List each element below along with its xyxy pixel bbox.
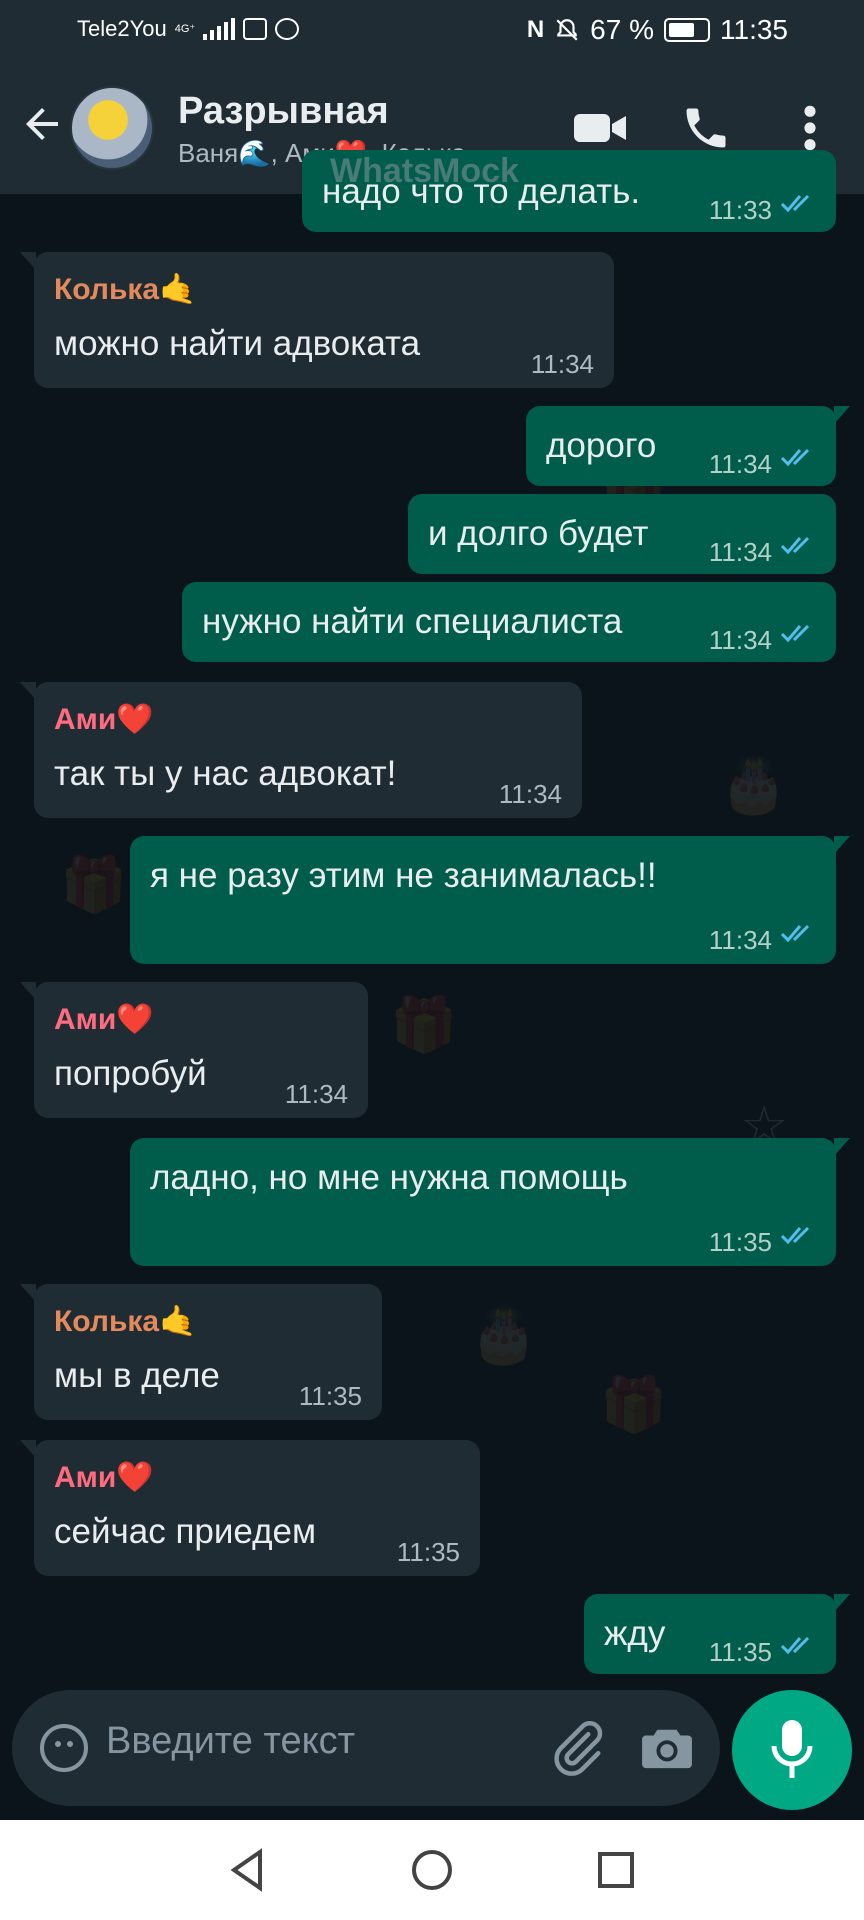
nav-back-icon[interactable] xyxy=(224,1846,272,1894)
message-incoming[interactable]: Ами❤️ так ты у нас адвокат! 11:34 xyxy=(20,682,582,818)
clock: 11:35 xyxy=(720,14,788,45)
whatsapp-notification-icon xyxy=(275,18,300,40)
read-ticks-icon xyxy=(780,1226,810,1245)
message-text: я не разу этим не занималась!! xyxy=(150,856,657,895)
message-outgoing[interactable]: ладно, но мне нужна помощь 11:35 xyxy=(130,1138,850,1266)
message-text: дорого xyxy=(546,426,657,465)
doodle-cake-icon: 🎂 xyxy=(720,755,788,815)
network-type: 4G⁺ xyxy=(174,22,196,35)
message-sender[interactable]: Ами❤️ xyxy=(54,1458,154,1498)
message-incoming[interactable]: Колька🤙 мы в деле 11:35 xyxy=(20,1284,382,1420)
signal-icon xyxy=(203,18,236,40)
battery-percent: 67 % xyxy=(590,14,654,45)
message-text: мы в деле xyxy=(54,1356,220,1395)
message-time: 11:34 xyxy=(708,625,772,655)
message-text: ладно, но мне нужна помощь xyxy=(150,1158,628,1197)
message-sender[interactable]: Колька🤙 xyxy=(54,270,196,310)
message-composer: Введите текст xyxy=(12,1690,720,1806)
gallery-notification-icon xyxy=(243,18,268,40)
watermark: WhatsMock xyxy=(330,152,519,190)
nfc-icon: N xyxy=(526,16,545,43)
message-incoming[interactable]: Ами❤️ попробуй 11:34 xyxy=(20,982,368,1118)
battery-icon xyxy=(664,18,710,42)
read-ticks-icon xyxy=(780,624,810,643)
message-time: 11:34 xyxy=(708,449,772,479)
doodle-gift-icon: 🎁 xyxy=(600,1375,668,1435)
message-sender[interactable]: Ами❤️ xyxy=(54,700,154,740)
mic-button[interactable] xyxy=(732,1690,852,1810)
attach-icon[interactable] xyxy=(547,1718,607,1778)
bell-off-icon xyxy=(556,19,578,41)
message-text: можно найти адвоката xyxy=(54,324,421,363)
message-text: так ты у нас адвокат! xyxy=(54,754,397,793)
read-ticks-icon xyxy=(780,194,810,213)
message-time: 11:34 xyxy=(284,1079,348,1109)
message-time: 11:35 xyxy=(708,1637,772,1667)
camera-icon[interactable] xyxy=(640,1724,694,1770)
video-call-icon[interactable] xyxy=(572,102,628,154)
message-time: 11:34 xyxy=(708,925,772,955)
nav-home-icon[interactable] xyxy=(408,1846,456,1894)
doodle-gift-icon: 🎁 xyxy=(390,995,458,1055)
read-ticks-icon xyxy=(780,1636,810,1655)
message-sender[interactable]: Колька🤙 xyxy=(54,1302,196,1342)
phone-icon[interactable] xyxy=(678,102,734,154)
read-ticks-icon xyxy=(780,448,810,467)
message-time: 11:34 xyxy=(498,779,562,809)
message-text: и долго будет xyxy=(428,514,649,553)
message-time: 11:33 xyxy=(708,195,772,225)
message-text: нужно найти специалиста xyxy=(202,602,623,641)
message-text: попробуй xyxy=(54,1054,207,1093)
message-text: сейчас приедем xyxy=(54,1512,317,1551)
more-vert-icon[interactable] xyxy=(790,102,830,154)
message-time: 11:34 xyxy=(708,537,772,567)
message-outgoing[interactable]: жду 11:35 xyxy=(584,1594,850,1674)
chat-title[interactable]: Разрывная xyxy=(178,90,389,133)
nav-recent-icon[interactable] xyxy=(592,1846,640,1894)
message-outgoing[interactable]: я не разу этим не занималась!! 11:34 xyxy=(130,836,850,964)
emoji-icon[interactable] xyxy=(40,1724,88,1772)
status-bar: Tele2You 4G⁺ N 67 % 11:35 xyxy=(0,0,864,62)
message-outgoing[interactable]: дорого 11:34 xyxy=(526,406,850,486)
message-incoming[interactable]: Ами❤️ сейчас приедем 11:35 xyxy=(20,1440,480,1576)
back-arrow-icon[interactable] xyxy=(18,100,66,148)
doodle-gift-icon: 🎁 xyxy=(60,855,128,915)
message-time: 11:35 xyxy=(396,1537,460,1567)
status-left: Tele2You 4G⁺ xyxy=(77,16,300,42)
system-nav-bar xyxy=(0,1820,864,1920)
mic-icon xyxy=(771,1720,813,1778)
message-text: жду xyxy=(604,1614,666,1653)
doodle-cake-icon: 🎂 xyxy=(470,1305,538,1365)
message-time: 11:35 xyxy=(298,1381,362,1411)
read-ticks-icon xyxy=(780,924,810,943)
message-outgoing[interactable]: нужно найти специалиста 11:34 xyxy=(182,582,836,662)
message-incoming[interactable]: Колька🤙 можно найти адвоката 11:34 xyxy=(20,252,614,388)
message-outgoing[interactable]: и долго будет 11:34 xyxy=(408,494,836,574)
message-sender[interactable]: Ами❤️ xyxy=(54,1000,154,1040)
message-input[interactable]: Введите текст xyxy=(106,1720,355,1763)
message-time: 11:34 xyxy=(530,349,594,379)
group-avatar[interactable] xyxy=(70,86,154,170)
carrier-label: Tele2You xyxy=(77,16,167,41)
read-ticks-icon xyxy=(780,536,810,555)
message-time: 11:35 xyxy=(708,1227,772,1257)
status-right: N 67 % 11:35 xyxy=(527,14,788,46)
